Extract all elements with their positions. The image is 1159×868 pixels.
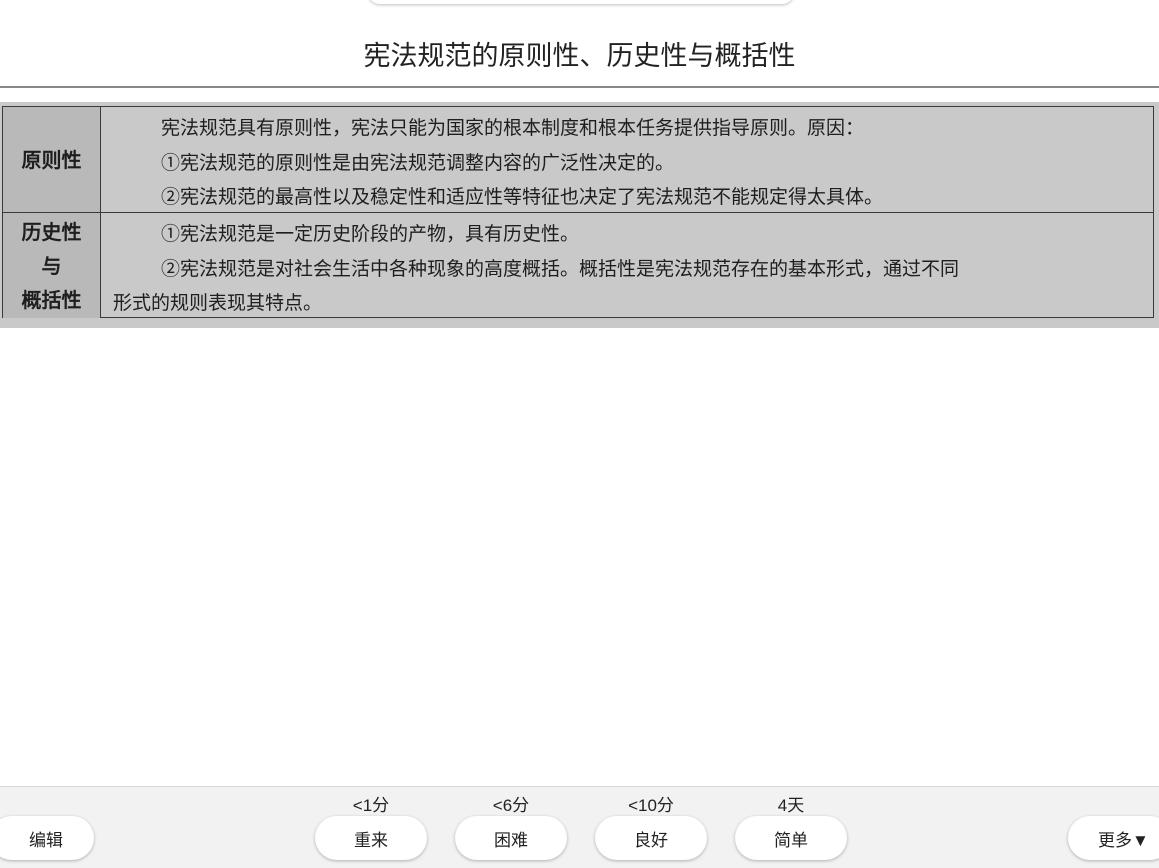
- edit-button[interactable]: 编辑: [0, 816, 94, 860]
- again-button[interactable]: 重来: [315, 816, 427, 860]
- good-interval: <10分: [628, 796, 674, 815]
- again-interval: <1分: [352, 796, 390, 815]
- table-row: 历史性 与 概括性 ①宪法规范是一定历史阶段的产物，具有历史性。 ②宪法规范是对…: [3, 213, 1153, 318]
- good-button[interactable]: 良好: [595, 816, 707, 860]
- easy-interval: 4天: [777, 796, 805, 815]
- question-answer-divider: [0, 86, 1159, 88]
- answer-table: 原则性 宪法规范具有原则性，宪法只能为国家的根本制度和根本任务提供指导原则。原因…: [2, 106, 1154, 318]
- row-content: 宪法规范具有原则性，宪法只能为国家的根本制度和根本任务提供指导原则。原因： ①宪…: [101, 107, 1153, 212]
- row-heading-text: 与: [41, 253, 62, 278]
- more-button[interactable]: 更多▼: [1068, 816, 1159, 860]
- content-line: 宪法规范具有原则性，宪法只能为国家的根本制度和根本任务提供指导原则。原因：: [161, 117, 865, 139]
- review-screen: 宪法规范的原则性、历史性与概括性 原则性 宪法规范具有原则性，宪法只能为国家的根…: [0, 0, 1159, 868]
- content-line: ②宪法规范的最高性以及稳定性和适应性等特征也决定了宪法规范不能规定得太具体。: [161, 186, 884, 208]
- content-line: ①宪法规范是一定历史阶段的产物，具有历史性。: [161, 223, 580, 245]
- table-row: 原则性 宪法规范具有原则性，宪法只能为国家的根本制度和根本任务提供指导原则。原因…: [3, 107, 1153, 213]
- row-heading-text: 概括性: [21, 287, 82, 312]
- card-title: 宪法规范的原则性、历史性与概括性: [363, 41, 796, 72]
- hard-interval: <6分: [492, 796, 530, 815]
- row-heading-text: 原则性: [21, 147, 82, 172]
- hard-button[interactable]: 困难: [455, 816, 567, 860]
- row-heading: 历史性 与 概括性: [3, 213, 101, 318]
- top-toolbar-pill[interactable]: [368, 0, 794, 4]
- easy-button[interactable]: 简单: [735, 816, 847, 860]
- row-heading: 原则性: [3, 107, 101, 212]
- answer-image: 原则性 宪法规范具有原则性，宪法只能为国家的根本制度和根本任务提供指导原则。原因…: [0, 102, 1159, 328]
- content-line: ①宪法规范的原则性是由宪法规范调整内容的广泛性决定的。: [161, 151, 675, 174]
- content-line: 形式的规则表现其特点。: [113, 292, 323, 314]
- answer-bar: 编辑 <1分 重来 <6分 困难 <10分 良好 4天 简单 更多▼: [0, 786, 1159, 868]
- row-content: ①宪法规范是一定历史阶段的产物，具有历史性。 ②宪法规范是对社会生活中各种现象的…: [101, 213, 1153, 318]
- content-line: ②宪法规范是对社会生活中各种现象的高度概括。概括性是宪法规范存在的基本形式，通过…: [161, 257, 960, 280]
- row-heading-text: 历史性: [21, 219, 82, 244]
